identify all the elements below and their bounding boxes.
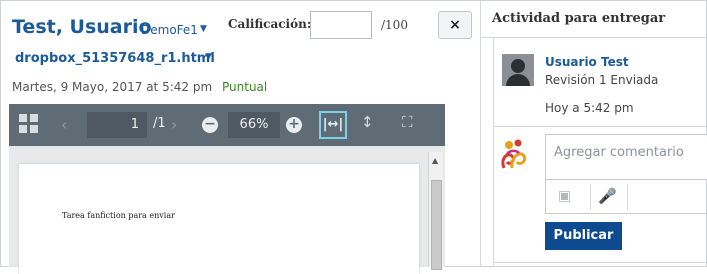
institution-logo-icon xyxy=(501,139,527,169)
grade-label: Calificación: xyxy=(228,17,312,31)
previous-page-icon[interactable]: ‹ xyxy=(61,115,67,134)
zoom-out-icon[interactable]: − xyxy=(202,117,218,133)
activity-heading: Actividad para entregar xyxy=(481,0,707,38)
file-name-link[interactable]: dropbox_51357648_r1.html xyxy=(15,51,215,66)
comment-input[interactable]: Agregar comentario xyxy=(545,134,707,180)
activity-border xyxy=(493,38,494,267)
grade-input[interactable] xyxy=(310,11,372,39)
zoom-in-icon[interactable]: + xyxy=(286,117,302,133)
file-dropdown-caret-icon[interactable]: ▼ xyxy=(205,52,212,62)
divider xyxy=(627,184,628,210)
submission-status-badge: Puntual xyxy=(222,80,268,94)
scroll-thumb[interactable] xyxy=(431,180,442,270)
record-audio-icon[interactable]: 🎤 xyxy=(598,187,617,205)
full-screen-icon[interactable]: ⛶ xyxy=(402,113,413,131)
scroll-up-arrow-icon[interactable]: ▲ xyxy=(432,156,438,165)
close-button[interactable]: × xyxy=(438,11,472,39)
page-number-input[interactable]: 1 xyxy=(87,112,147,138)
avatar xyxy=(502,54,534,86)
student-name[interactable]: Test, Usuario xyxy=(12,16,152,38)
thumbnails-grid-icon[interactable] xyxy=(19,114,39,134)
divider xyxy=(493,126,707,127)
divider xyxy=(590,184,591,210)
submission-time: Hoy a 5:42 pm xyxy=(545,101,634,115)
attach-file-icon[interactable]: ▣ xyxy=(558,188,571,204)
next-page-icon[interactable]: › xyxy=(171,115,177,134)
org-unit-label: DemoFe1 xyxy=(141,23,198,37)
document-text: Tarea fanfiction para enviar xyxy=(62,211,175,220)
zoom-level-field[interactable]: 66% xyxy=(228,112,280,138)
publish-button[interactable]: Publicar xyxy=(545,222,622,250)
divider xyxy=(493,262,707,263)
page-total: /1 xyxy=(153,116,166,131)
document-viewport[interactable]: Tarea fanfiction para enviar ▲ xyxy=(9,146,445,274)
submission-pane: Test, Usuario DemoFe1 ▼ dropbox_51357648… xyxy=(0,0,480,274)
viewer-toolbar: ‹ 1 /1 › − 66% + |↔| ↕ ⛶ xyxy=(9,104,445,146)
student-dropdown-caret-icon[interactable]: ▼ xyxy=(200,24,207,34)
grade-max: /100 xyxy=(381,18,408,32)
submitter-name-link[interactable]: Usuario Test xyxy=(545,55,629,69)
submission-date: Martes, 9 Mayo, 2017 at 5:42 pm xyxy=(12,80,213,94)
activity-pane: Actividad para entregar Usuario Test Rev… xyxy=(480,0,707,267)
document-page: Tarea fanfiction para enviar xyxy=(19,164,419,274)
fit-width-icon[interactable]: |↔| xyxy=(319,111,347,139)
comment-toolbar: ▣ 🎤 xyxy=(545,180,707,214)
vertical-scrollbar[interactable]: ▲ xyxy=(428,152,443,270)
fit-page-icon[interactable]: ↕ xyxy=(361,113,374,131)
revision-status: Revisión 1 Enviada xyxy=(545,73,659,87)
